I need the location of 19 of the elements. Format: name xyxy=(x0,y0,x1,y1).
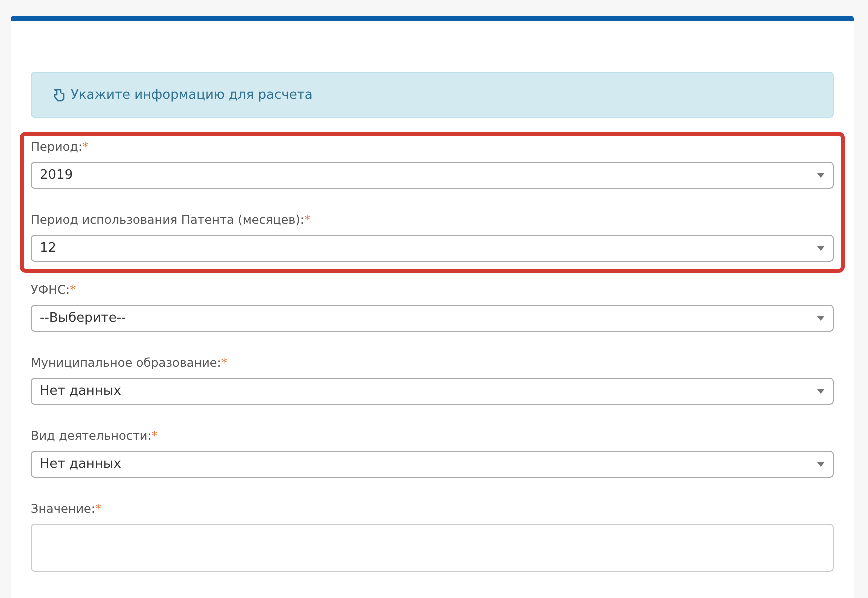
select-field[interactable]: 2019 xyxy=(31,162,834,189)
field-label: УФНС:* xyxy=(31,282,76,299)
caret-icon xyxy=(817,389,825,394)
select-field[interactable]: --Выберите-- xyxy=(31,305,834,332)
caret-icon xyxy=(817,316,825,321)
select-field[interactable]: Нет данных xyxy=(31,378,834,405)
caret-icon xyxy=(817,246,825,251)
select-field[interactable]: 12 xyxy=(31,235,834,262)
field-label: Период:* xyxy=(31,139,89,156)
field-label: Вид деятельности:* xyxy=(31,428,158,445)
caret-icon xyxy=(817,462,825,467)
text-area[interactable] xyxy=(31,524,834,572)
field-label: Значение:* xyxy=(31,501,102,518)
caret-icon xyxy=(817,173,825,178)
field-label: Муниципальное образование:* xyxy=(31,355,228,372)
pointing-hand-icon xyxy=(53,88,65,102)
field-label: Период использования Патента (месяцев):* xyxy=(31,212,310,229)
alert-text: Укажите информацию для расчета xyxy=(71,88,313,102)
select-field[interactable]: Нет данных xyxy=(31,451,834,478)
